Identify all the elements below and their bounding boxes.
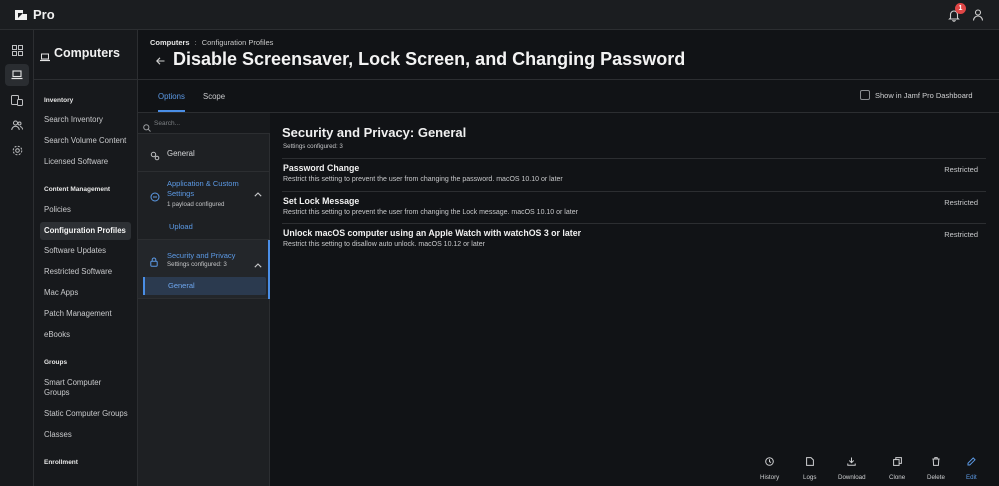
logs-icon xyxy=(805,453,814,471)
dashboard-icon[interactable] xyxy=(5,39,29,61)
setting-row: Unlock macOS computer using an Apple Wat… xyxy=(282,223,986,256)
setting-name: Password Change xyxy=(283,163,360,173)
setting-status: Restricted xyxy=(944,198,978,207)
detail-subtitle: Settings configured: 3 xyxy=(283,143,343,150)
logo[interactable]: Pro xyxy=(14,7,55,22)
nav-link-licensed-software[interactable]: Licensed Software xyxy=(44,157,134,167)
nav-link-static-computer-groups[interactable]: Static Computer Groups xyxy=(44,409,134,419)
settings-detail: Security and Privacy: General Settings c… xyxy=(270,113,999,486)
payload-security-general-label: General xyxy=(168,281,195,290)
setting-description: Restrict this setting to disallow auto u… xyxy=(283,241,485,248)
jamf-logo-icon xyxy=(14,8,28,22)
setting-row: Set Lock Message Restrict this setting t… xyxy=(282,191,986,224)
computer-icon[interactable] xyxy=(5,64,29,86)
setting-name: Set Lock Message xyxy=(283,196,360,206)
nav-link-configuration-profiles[interactable]: Configuration Profiles xyxy=(40,222,131,240)
chevron-up-icon[interactable] xyxy=(254,255,262,273)
edit-button[interactable]: Edit xyxy=(966,453,977,481)
download-icon xyxy=(847,453,856,471)
notification-badge: 1 xyxy=(955,3,966,14)
delete-button[interactable]: Delete xyxy=(927,453,945,481)
payload-search xyxy=(138,113,270,134)
search-input[interactable] xyxy=(154,117,264,130)
payload-security-general[interactable]: General xyxy=(143,277,266,295)
history-label: History xyxy=(760,474,780,481)
payload-general[interactable]: General xyxy=(138,134,270,172)
breadcrumb-current: Configuration Profiles xyxy=(201,38,274,47)
payload-app-count: 1 payload configured xyxy=(167,201,225,208)
section-groups: Groups xyxy=(44,359,68,366)
nav-header: Computers xyxy=(34,30,138,80)
setting-status: Restricted xyxy=(944,165,978,174)
setting-description: Restrict this setting to prevent the use… xyxy=(283,176,563,183)
breadcrumb-separator: : xyxy=(194,38,197,47)
delete-icon xyxy=(932,453,940,471)
edit-icon xyxy=(967,453,976,471)
computers-nav: Computers Inventory Search Inventory Sea… xyxy=(34,30,138,486)
setting-row: Password Change Restrict this setting to… xyxy=(282,158,986,191)
nav-link-restricted-software[interactable]: Restricted Software xyxy=(44,267,134,277)
main-content: Computers : Configuration Profiles Disab… xyxy=(138,30,999,486)
setting-name: Unlock macOS computer using an Apple Wat… xyxy=(283,228,582,238)
lock-icon xyxy=(150,254,158,272)
show-in-dashboard-checkbox[interactable]: Show in Jamf Pro Dashboard xyxy=(860,90,973,100)
download-button[interactable]: Download xyxy=(838,453,866,481)
gears-icon xyxy=(150,148,160,166)
nav-link-search-volume-content[interactable]: Search Volume Content xyxy=(44,136,134,146)
nav-link-smart-computer-groups[interactable]: Smart Computer Groups xyxy=(44,378,114,398)
setting-status: Restricted xyxy=(944,230,978,239)
clone-icon xyxy=(892,453,902,471)
selected-indicator xyxy=(143,277,145,295)
checkbox[interactable] xyxy=(860,90,870,100)
delete-label: Delete xyxy=(927,474,945,481)
tab-scope[interactable]: Scope xyxy=(203,92,225,110)
payload-security-label: Security and Privacy xyxy=(167,251,236,260)
nav-link-policies[interactable]: Policies xyxy=(44,205,134,215)
chevron-up-icon[interactable] xyxy=(254,184,262,202)
payload-app-custom-settings[interactable]: Application & Custom Settings 1 payload … xyxy=(138,172,270,240)
nav-link-search-inventory[interactable]: Search Inventory xyxy=(44,115,134,125)
app-settings-icon xyxy=(150,189,160,207)
divider xyxy=(138,79,999,80)
icon-rail xyxy=(0,30,34,486)
section-inventory: Inventory xyxy=(44,97,74,104)
tab-options[interactable]: Options xyxy=(158,92,185,112)
payload-app-label: Application & Custom Settings xyxy=(167,179,239,198)
nav-link-mac-apps[interactable]: Mac Apps xyxy=(44,288,134,298)
nav-link-classes[interactable]: Classes xyxy=(44,430,134,440)
back-arrow-icon[interactable] xyxy=(156,56,165,68)
users-icon[interactable] xyxy=(5,114,29,136)
nav-link-ebooks[interactable]: eBooks xyxy=(44,330,134,340)
page-title: Disable Screensaver, Lock Screen, and Ch… xyxy=(173,49,686,69)
user-icon[interactable] xyxy=(971,8,985,22)
payload-upload[interactable]: Upload xyxy=(169,222,193,231)
nav-link-software-updates[interactable]: Software Updates xyxy=(44,246,134,256)
clone-button[interactable]: Clone xyxy=(889,453,905,481)
clone-label: Clone xyxy=(889,474,906,481)
payload-security-count: Settings configured: 3 xyxy=(167,261,227,268)
payload-general-label: General xyxy=(167,149,195,158)
settings-icon[interactable] xyxy=(5,139,29,161)
nav-title: Computers xyxy=(54,46,120,60)
payload-security-privacy[interactable]: Security and Privacy Settings configured… xyxy=(138,240,270,299)
app-name: Pro xyxy=(33,7,55,22)
logs-label: Logs xyxy=(803,474,817,481)
checkbox-label: Show in Jamf Pro Dashboard xyxy=(875,90,973,100)
edit-label: Edit xyxy=(966,474,977,481)
download-label: Download xyxy=(838,474,866,481)
logs-button[interactable]: Logs xyxy=(803,453,816,481)
breadcrumb-computers[interactable]: Computers xyxy=(150,38,190,47)
payload-list: General Application & Custom Settings 1 … xyxy=(138,113,270,486)
section-content-management: Content Management xyxy=(44,186,111,193)
top-bar: Pro 1 xyxy=(0,0,999,30)
computer-icon xyxy=(40,49,50,67)
history-icon xyxy=(765,453,774,471)
breadcrumb: Computers : Configuration Profiles xyxy=(150,38,273,47)
nav-link-patch-management[interactable]: Patch Management xyxy=(44,309,134,319)
detail-title: Security and Privacy: General xyxy=(282,125,467,140)
history-button[interactable]: History xyxy=(760,453,779,481)
setting-description: Restrict this setting to prevent the use… xyxy=(283,209,578,216)
devices-icon[interactable] xyxy=(5,89,29,111)
section-enrollment: Enrollment xyxy=(44,459,78,466)
